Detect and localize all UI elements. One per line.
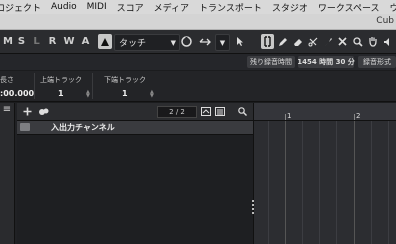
track-name[interactable]: 入出力チャンネル (51, 122, 115, 133)
chevron-down-icon: ▼ (170, 38, 176, 47)
menu-workspace[interactable]: ワークスペース (313, 1, 385, 14)
pointer-icon[interactable] (233, 34, 246, 49)
ruler-tick (354, 114, 355, 120)
record-format-button[interactable]: 録音形式 (358, 56, 396, 68)
top-track-label: 上端トラック (40, 76, 82, 84)
left-zone: ≡ (0, 103, 15, 244)
automation-mode-select[interactable]: タッチ ▼ (114, 34, 180, 51)
track-count: 2 / 2 (157, 106, 197, 118)
mute-button[interactable]: M (2, 34, 14, 49)
status-info-bar: 残り録音時間 1454 時間 30 分 録音形式 (0, 54, 396, 70)
automation-button[interactable]: A (80, 34, 91, 49)
constrain-delay-icon[interactable] (180, 34, 193, 49)
mute-x-icon[interactable] (336, 34, 349, 49)
track-presets-icon[interactable] (37, 106, 49, 117)
menu-lines-icon[interactable]: ≡ (2, 105, 12, 115)
length-value[interactable]: :00.000 (0, 89, 34, 98)
menu-window[interactable]: ウ (385, 1, 396, 14)
bottom-track-label: 下端トラック (104, 76, 146, 84)
length-field[interactable]: 長さ :00.000 (0, 73, 35, 99)
ruler-tick (285, 114, 286, 120)
zoom-icon[interactable] (351, 34, 364, 49)
read-button[interactable]: R (47, 34, 58, 49)
window-title: Cub (376, 16, 394, 26)
add-track-icon[interactable] (21, 106, 33, 117)
eraser-icon[interactable] (291, 34, 304, 49)
listen-button[interactable]: L (31, 34, 42, 49)
project-toolbar: M S L R W A タッチ ▼ ▼ (0, 30, 396, 54)
menu-media[interactable]: メディア (149, 1, 194, 14)
ruler-bar-2: 2 (356, 112, 361, 120)
search-icon[interactable] (236, 106, 248, 117)
menu-audio[interactable]: Audio (46, 2, 82, 12)
track-list-header: 2 / 2 (17, 103, 253, 121)
pencil-icon[interactable] (276, 34, 289, 49)
menu-midi[interactable]: MIDI (82, 2, 112, 12)
track-row[interactable]: 入出力チャンネル (17, 121, 253, 135)
menu-project[interactable]: プロジェクト (0, 1, 46, 14)
visibility-icon[interactable] (200, 106, 212, 117)
folder-icon (20, 123, 30, 131)
speaker-icon[interactable] (381, 34, 394, 49)
stepper-icon[interactable]: ▲ ▼ (86, 90, 90, 99)
track-list: 2 / 2 入出力チャンネル (17, 103, 253, 244)
menu-score[interactable]: スコア (112, 1, 149, 14)
bottom-track-field[interactable]: 下端トラック 1 ▲ ▼ (100, 73, 156, 99)
window-titlebar: Cub (0, 14, 396, 30)
length-label: 長さ (0, 76, 14, 84)
top-track-value[interactable]: 1 (58, 89, 64, 98)
ruler[interactable]: 1 2 (254, 103, 396, 121)
hand-icon[interactable] (366, 34, 379, 49)
project-timeline[interactable]: 1 2 (254, 103, 396, 244)
write-button[interactable]: W (63, 34, 75, 49)
glue-icon[interactable] (321, 34, 334, 49)
remaining-record-time-label: 残り録音時間 (247, 56, 295, 68)
list-view-icon[interactable] (214, 106, 226, 117)
solo-button[interactable]: S (16, 34, 27, 49)
scissors-icon[interactable] (306, 34, 319, 49)
remaining-record-time-value: 1454 時間 30 分 (297, 56, 355, 68)
bottom-track-value[interactable]: 1 (122, 89, 128, 98)
menu-bar: プロジェクト Audio MIDI スコア メディア トランスポート スタジオ … (0, 0, 396, 14)
automation-mode-icon[interactable] (98, 34, 112, 49)
toolbar-options-dropdown[interactable]: ▼ (215, 34, 230, 51)
range-select-icon[interactable] (261, 34, 274, 49)
chevron-down-icon: ▼ (219, 38, 226, 47)
automation-mode-value: タッチ (119, 39, 147, 49)
menu-transport[interactable]: トランスポート (194, 1, 267, 14)
menu-studio[interactable]: スタジオ (267, 1, 313, 14)
stepper-icon[interactable]: ▲ ▼ (150, 90, 154, 99)
ruler-bar-1: 1 (287, 112, 292, 120)
event-grid[interactable] (254, 121, 396, 244)
info-line: 長さ :00.000 上端トラック 1 ▲ ▼ 下端トラック 1 ▲ ▼ (0, 71, 396, 102)
auto-scroll-icon[interactable] (197, 34, 213, 49)
top-track-field[interactable]: 上端トラック 1 ▲ ▼ (36, 73, 93, 99)
